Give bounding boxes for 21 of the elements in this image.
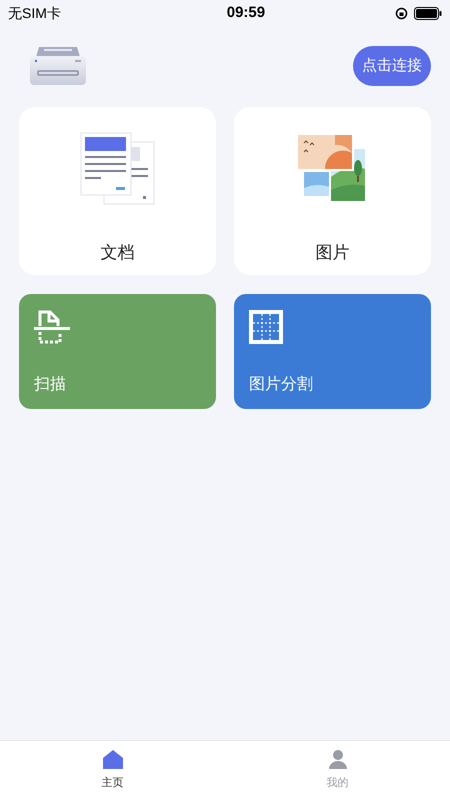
- rotation-lock-icon: [394, 6, 408, 20]
- card-label: 图片分割: [249, 374, 313, 395]
- home-icon: [102, 749, 124, 770]
- connect-button[interactable]: 点击连接: [353, 46, 431, 86]
- tab-item[interactable]: 主页: [0, 741, 225, 800]
- card-label: 图片: [316, 242, 350, 264]
- tab-item[interactable]: 我的: [225, 741, 450, 800]
- card-label: 扫描: [34, 375, 66, 395]
- clock-time: 09:59: [226, 2, 266, 23]
- tool-card[interactable]: 扫描: [19, 294, 216, 409]
- tool-card[interactable]: 图片分割: [234, 294, 431, 409]
- printer-icon: [30, 45, 86, 87]
- grid-split-icon: [249, 310, 283, 344]
- card-label: 文档: [100, 242, 134, 264]
- carrier-text: 无SIM卡: [8, 4, 61, 22]
- document-icon: [80, 132, 156, 206]
- scan-icon: [34, 310, 70, 344]
- battery-icon: [414, 6, 442, 20]
- category-card[interactable]: 图片: [234, 107, 431, 275]
- person-icon: [326, 749, 348, 770]
- category-card[interactable]: 文档: [19, 107, 216, 275]
